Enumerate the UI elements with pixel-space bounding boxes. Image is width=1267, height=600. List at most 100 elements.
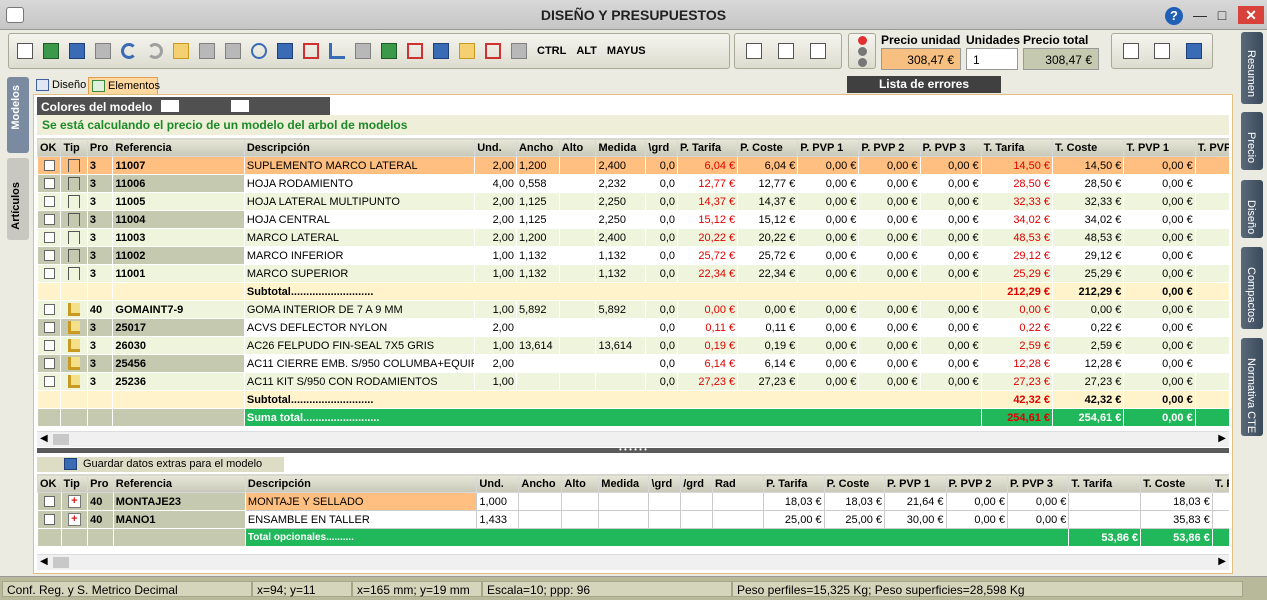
grid-icon[interactable] <box>430 39 452 63</box>
table-row[interactable]: 3 11004 HOJA CENTRAL 2,00 1,125 2,250 0,0 15,12… <box>37 210 1229 229</box>
ok-checkbox[interactable] <box>43 358 55 370</box>
ok-checkbox[interactable] <box>43 178 55 190</box>
list-icon[interactable] <box>482 39 504 63</box>
ok-checkbox[interactable] <box>43 322 55 334</box>
edit-pen-icon[interactable] <box>1120 39 1141 63</box>
ok-cell[interactable] <box>37 354 62 373</box>
edit-f-icon[interactable] <box>775 39 797 63</box>
column-header[interactable]: P. PVP 2 <box>945 474 1008 493</box>
tab-compactos[interactable]: Compactos <box>1241 247 1263 329</box>
table-row[interactable]: 3 11006 HOJA RODAMIENTO 4,00 0,558 2,232 0,0 12… <box>37 174 1229 193</box>
column-header[interactable]: Und. <box>476 474 520 493</box>
ok-cell[interactable] <box>37 492 62 511</box>
ok-checkbox[interactable] <box>43 496 55 508</box>
column-header[interactable]: P. PVP 3 <box>1006 474 1070 493</box>
ok-cell[interactable] <box>37 300 62 319</box>
color-swatch-2[interactable] <box>231 100 249 112</box>
ok-cell[interactable] <box>37 192 62 211</box>
subtab-diseno[interactable]: Diseño <box>33 77 87 94</box>
close-button[interactable]: ✕ <box>1238 6 1264 24</box>
ok-cell[interactable] <box>37 318 62 337</box>
column-header[interactable]: Tip <box>60 138 88 157</box>
table-row[interactable]: 40 GOMAINT7-9 GOMA INTERIOR DE 7 A 9 MM 1,0… <box>37 300 1229 319</box>
view-2d-icon[interactable] <box>170 39 192 63</box>
ok-checkbox[interactable] <box>43 214 55 226</box>
new-file-icon[interactable] <box>14 39 36 63</box>
folder-icon[interactable] <box>92 39 114 63</box>
column-header[interactable]: OK <box>37 474 62 493</box>
column-header[interactable]: P. Coste <box>737 138 799 157</box>
table-row[interactable]: 3 11001 MARCO SUPERIOR 1,00 1,132 1,132 0,0 22,… <box>37 264 1229 283</box>
table-row[interactable]: +40 MONTAJE23 MONTAJE Y SELLADO 1,000 18,03 … <box>37 492 1229 511</box>
column-header[interactable]: Ancho <box>515 138 560 157</box>
column-header[interactable]: T. Coste <box>1140 474 1213 493</box>
column-header[interactable]: P. PVP 2 <box>858 138 921 157</box>
ok-cell[interactable] <box>37 372 62 391</box>
tab-resumen[interactable]: Resumen <box>1241 32 1263 104</box>
extras-scroll-left-icon[interactable]: ◀ <box>40 556 48 567</box>
column-header[interactable]: Pro <box>86 138 114 157</box>
edit-p-icon[interactable] <box>743 39 765 63</box>
column-header[interactable]: OK <box>37 138 62 157</box>
tab-diseno[interactable]: Diseño <box>1241 180 1263 238</box>
table-row[interactable]: 3 25236 AC11 KIT S/950 CON RODAMIENTOS 1,00… <box>37 372 1229 391</box>
column-header[interactable]: Descripción <box>244 474 478 493</box>
view-icon[interactable] <box>378 39 400 63</box>
tab-articulos[interactable]: Artículos <box>7 158 29 240</box>
column-header[interactable]: Referencia <box>112 138 245 157</box>
scroll-thumb[interactable] <box>53 434 69 445</box>
column-header[interactable]: Alto <box>558 138 597 157</box>
tab-normativa[interactable]: Normativa CTE <box>1241 338 1263 436</box>
maximize-button[interactable]: □ <box>1211 6 1233 24</box>
column-header[interactable]: \grd <box>645 138 678 157</box>
rectangle-icon[interactable] <box>300 39 322 63</box>
save-icon[interactable] <box>66 39 88 63</box>
report-icon[interactable] <box>1151 39 1172 63</box>
column-header[interactable]: P. Coste <box>823 474 886 493</box>
column-header[interactable]: /grd <box>680 474 713 493</box>
measure-icon[interactable] <box>404 39 426 63</box>
ok-checkbox[interactable] <box>43 514 55 526</box>
column-header[interactable]: P. Tarifa <box>763 474 825 493</box>
alt-button[interactable]: ALT <box>576 45 597 57</box>
view-3d-alt-icon[interactable] <box>222 39 244 63</box>
color-swatch-1[interactable] <box>161 100 179 112</box>
table-row[interactable]: +40 MANO1 ENSAMBLE EN TALLER 1,433 25,00 €25… <box>37 510 1229 529</box>
ok-checkbox[interactable] <box>43 160 55 172</box>
extras-horizontal-scrollbar[interactable]: ◀ ▶ <box>37 554 1229 570</box>
table-row[interactable]: 3 25456 AC11 CIERRE EMB. S/950 COLUMBA+EQU… <box>37 354 1229 373</box>
tab-modelos[interactable]: Modelos <box>7 77 29 153</box>
print-icon[interactable] <box>1183 39 1204 63</box>
column-header[interactable]: Und. <box>474 138 517 157</box>
column-header[interactable]: Alto <box>561 474 600 493</box>
ok-checkbox[interactable] <box>43 340 55 352</box>
column-header[interactable]: T. Tarifa <box>980 138 1054 157</box>
ok-cell[interactable] <box>37 246 62 265</box>
ok-cell[interactable] <box>37 228 62 247</box>
zoom-fit-icon[interactable] <box>274 39 296 63</box>
column-header[interactable]: T. Coste <box>1052 138 1125 157</box>
import-icon[interactable] <box>40 39 62 63</box>
table-row[interactable]: 3 26030 AC26 FELPUDO FIN-SEAL 7X5 GRIS 1,00… <box>37 336 1229 355</box>
table-row[interactable]: 3 25017 ACVS DEFLECTOR NYLON 2,00 0,0 0,11 €0… <box>37 318 1229 337</box>
zoom-icon[interactable] <box>248 39 270 63</box>
column-header[interactable]: T. PVP 1 <box>1123 138 1196 157</box>
save-extras-button[interactable]: Guardar datos extras para el modelo <box>37 457 284 472</box>
column-header[interactable]: \grd <box>648 474 682 493</box>
panel-splitter[interactable]: • • • • • • <box>37 446 1229 454</box>
undo-icon[interactable] <box>118 39 140 63</box>
chart-icon[interactable] <box>456 39 478 63</box>
view-3d-icon[interactable] <box>196 39 218 63</box>
column-header[interactable]: Pro <box>87 474 114 493</box>
subtab-elementos[interactable]: Elementos <box>88 77 160 94</box>
ok-checkbox[interactable] <box>43 232 55 244</box>
units-input[interactable]: 1 <box>966 48 1018 70</box>
edit-a-icon[interactable] <box>807 39 829 63</box>
column-header[interactable]: Ancho <box>518 474 563 493</box>
column-header[interactable]: T. PVP 1 <box>1211 474 1229 493</box>
extras-scroll-thumb[interactable] <box>53 557 69 568</box>
ok-checkbox[interactable] <box>43 268 55 280</box>
table-row[interactable]: 3 11003 MARCO LATERAL 2,00 1,200 2,400 0,0 20,2… <box>37 228 1229 247</box>
tab-precio[interactable]: Precio <box>1241 112 1263 170</box>
keyboard-icon[interactable] <box>508 39 530 63</box>
